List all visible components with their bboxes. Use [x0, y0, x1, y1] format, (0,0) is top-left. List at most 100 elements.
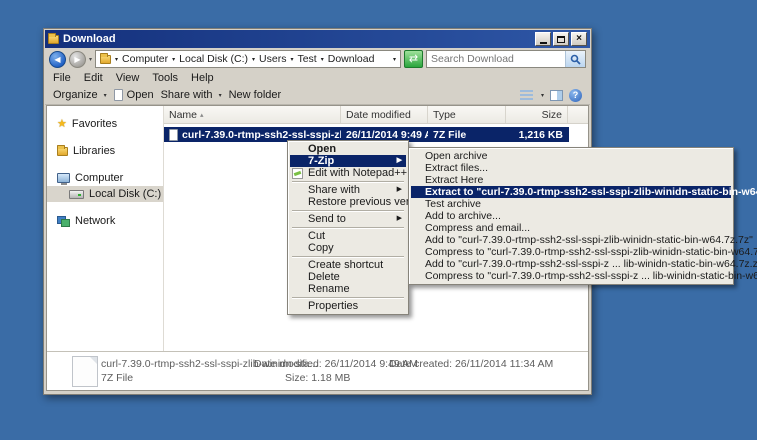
help-icon[interactable]: ? — [569, 89, 582, 102]
breadcrumb-download[interactable]: Download — [328, 53, 375, 65]
notepad-plus-plus-icon — [292, 168, 303, 179]
context-menu-item-rename[interactable]: Rename — [290, 283, 406, 295]
sidebar-item-network[interactable]: Network — [47, 213, 163, 229]
close-icon: × — [576, 34, 582, 44]
breadcrumb-local-disk[interactable]: Local Disk (C:) — [179, 53, 248, 65]
search-button[interactable] — [565, 51, 585, 67]
address-bar: ◀ ▶ ▾ ▾ Computer ▾ Local Disk (C:) ▾ Use… — [45, 48, 590, 70]
change-view-icon[interactable] — [520, 90, 533, 100]
breadcrumb-users[interactable]: Users — [259, 53, 286, 65]
details-date-created: Date created: 26/11/2014 11:34 AM — [389, 358, 553, 370]
column-header-name[interactable]: Name ▴ — [164, 106, 341, 123]
column-header-size[interactable]: Size — [506, 106, 568, 123]
address-history-dropdown[interactable]: ▾ — [393, 56, 396, 63]
folder-icon — [100, 55, 111, 64]
menu-separator — [292, 210, 404, 211]
menu-separator — [292, 181, 404, 182]
context-menu-item-restore-previous-versions[interactable]: Restore previous versions — [290, 196, 406, 208]
submenu-item-compress-to-zip-and-email[interactable]: Compress to "curl-7.39.0-rtmp-ssh2-ssl-s… — [411, 270, 731, 282]
back-button[interactable]: ◀ — [49, 51, 66, 68]
menu-separator — [292, 297, 404, 298]
new-folder-button[interactable]: New folder — [229, 89, 282, 101]
minimize-button[interactable] — [535, 32, 551, 46]
submenu-item-add-to-7z[interactable]: Add to "curl-7.39.0-rtmp-ssh2-ssl-sspi-z… — [411, 234, 731, 246]
details-file-type: 7Z File — [101, 372, 133, 384]
libraries-icon — [57, 147, 68, 156]
context-menu-item-properties[interactable]: Properties — [290, 300, 406, 312]
share-with-label: Share with — [161, 89, 213, 101]
file-date-cell: 26/11/2014 9:49 AM — [341, 129, 428, 141]
menu-edit[interactable]: Edit — [84, 72, 103, 84]
breadcrumb-separator-icon: ▾ — [290, 56, 293, 63]
forward-button[interactable]: ▶ — [69, 51, 86, 68]
sidebar-item-label: Libraries — [73, 145, 115, 157]
7zip-submenu: Open archive Extract files... Extract He… — [408, 147, 734, 285]
sidebar-item-computer[interactable]: Computer — [47, 170, 163, 186]
column-label: Type — [433, 109, 456, 121]
context-menu-item-create-shortcut[interactable]: Create shortcut — [290, 259, 406, 271]
menu-tools[interactable]: Tools — [152, 72, 178, 84]
sidebar-item-libraries[interactable]: Libraries — [47, 143, 163, 159]
context-menu-item-7zip[interactable]: 7-Zip ▶ — [290, 155, 406, 167]
submenu-item-open-archive[interactable]: Open archive — [411, 150, 731, 162]
drive-icon — [69, 190, 84, 199]
share-with-button[interactable]: Share with ▾ — [161, 89, 222, 101]
maximize-button[interactable] — [553, 32, 569, 46]
context-menu-item-open[interactable]: Open — [290, 143, 406, 155]
details-size: Size: 1.18 MB — [285, 372, 350, 384]
column-header-type[interactable]: Type — [428, 106, 506, 123]
breadcrumb-computer[interactable]: Computer — [122, 53, 168, 65]
breadcrumb-separator-icon: ▾ — [252, 56, 255, 63]
context-menu-item-delete[interactable]: Delete — [290, 271, 406, 283]
column-header-filler — [568, 106, 588, 123]
sidebar-item-label: Favorites — [72, 118, 117, 130]
submenu-item-extract-files[interactable]: Extract files... — [411, 162, 731, 174]
submenu-item-compress-and-email[interactable]: Compress and email... — [411, 222, 731, 234]
document-icon — [114, 89, 123, 101]
open-label: Open — [127, 89, 154, 101]
submenu-arrow-icon: ▶ — [397, 184, 402, 196]
submenu-item-extract-here[interactable]: Extract Here — [411, 174, 731, 186]
sidebar-item-local-disk[interactable]: Local Disk (C:) — [47, 186, 163, 202]
context-menu-item-edit-with-notepadpp[interactable]: Edit with Notepad++ — [290, 167, 406, 179]
chevron-down-icon: ▾ — [219, 92, 222, 99]
organize-button[interactable]: Organize ▾ — [53, 89, 107, 101]
context-menu-item-cut[interactable]: Cut — [290, 230, 406, 242]
sidebar-item-favorites[interactable]: ★ Favorites — [47, 116, 163, 132]
menu-bar: File Edit View Tools Help — [45, 70, 590, 86]
file-name: curl-7.39.0-rtmp-ssh2-ssl-sspi-zlib-wini… — [182, 129, 341, 141]
submenu-item-test-archive[interactable]: Test archive — [411, 198, 731, 210]
file-icon — [169, 129, 178, 141]
date-created-label: Date created: — [389, 358, 452, 370]
submenu-item-add-to-zip[interactable]: Add to "curl-7.39.0-rtmp-ssh2-ssl-sspi-z… — [411, 258, 731, 270]
submenu-arrow-icon: ▶ — [397, 155, 402, 167]
submenu-item-add-to-archive[interactable]: Add to archive... — [411, 210, 731, 222]
address-breadcrumb-box[interactable]: ▾ Computer ▾ Local Disk (C:) ▾ Users ▾ T… — [95, 50, 401, 68]
breadcrumb-test[interactable]: Test — [297, 53, 316, 65]
context-menu-item-send-to[interactable]: Send to ▶ — [290, 213, 406, 225]
breadcrumb-separator-icon: ▾ — [321, 56, 324, 63]
submenu-item-compress-to-7z-and-email[interactable]: Compress to "curl-7.39.0-rtmp-ssh2-ssl-s… — [411, 246, 731, 258]
breadcrumb-separator-icon: ▾ — [115, 56, 118, 63]
context-menu-item-share-with[interactable]: Share with ▶ — [290, 184, 406, 196]
context-menu-item-copy[interactable]: Copy — [290, 242, 406, 254]
organize-label: Organize — [53, 89, 98, 101]
chevron-down-icon[interactable]: ▾ — [541, 92, 544, 99]
preview-pane-icon[interactable] — [550, 90, 563, 101]
menu-file[interactable]: File — [53, 72, 71, 84]
submenu-item-extract-to-folder[interactable]: Extract to "curl-7.39.0-rtmp-ssh2-ssl-ss… — [411, 186, 731, 198]
column-label: Size — [542, 109, 562, 121]
menu-help[interactable]: Help — [191, 72, 214, 84]
title-bar[interactable]: Download × — [45, 30, 590, 48]
search-icon — [570, 54, 581, 65]
open-button[interactable]: Open — [114, 89, 154, 101]
sidebar-item-label: Computer — [75, 172, 123, 184]
close-button[interactable]: × — [571, 32, 587, 46]
column-header-date-modified[interactable]: Date modified — [341, 106, 428, 123]
search-input[interactable] — [427, 52, 565, 66]
breadcrumb-separator-icon: ▾ — [172, 56, 175, 63]
file-preview-icon — [72, 356, 98, 387]
menu-view[interactable]: View — [116, 72, 140, 84]
recent-pages-dropdown[interactable]: ▾ — [89, 56, 92, 63]
refresh-button[interactable]: ⇄ — [404, 50, 423, 68]
